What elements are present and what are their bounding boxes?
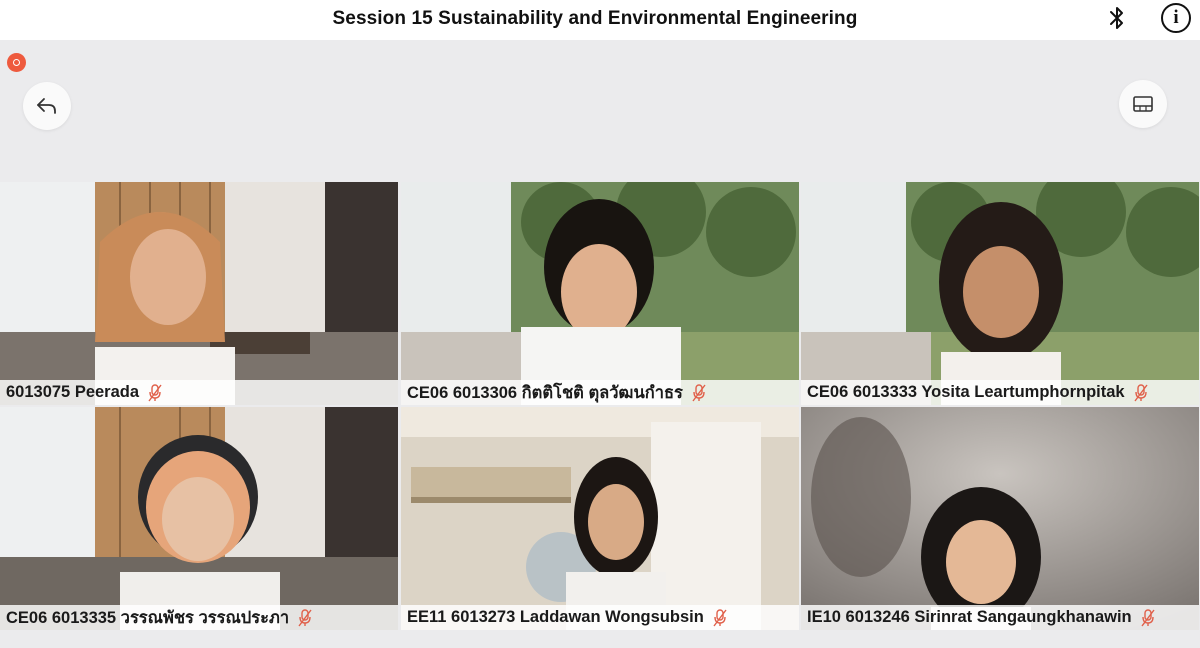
video-tile[interactable]: 6013075 Peerada: [0, 182, 398, 405]
participant-name-label: CE06 6013306 กิตติโชติ ตุลวัฒนกำธร: [401, 380, 799, 405]
participant-video: [0, 182, 398, 405]
participant-name-label: CE06 6013333 Yosita Leartumphornpitak: [801, 380, 1199, 405]
participant-name-label: 6013075 Peerada: [0, 380, 398, 405]
participant-name: IE10 6013246 Sirinrat Sangaungkhanawin: [807, 608, 1132, 626]
participant-name: CE06 6013333 Yosita Leartumphornpitak: [807, 383, 1125, 401]
mic-muted-icon: [713, 608, 727, 626]
title-bar: Session 15 Sustainability and Environmen…: [0, 0, 1200, 40]
recording-indicator-icon: [7, 53, 26, 72]
participant-name: EE11 6013273 Laddawan Wongsubsin: [407, 608, 704, 626]
info-icon[interactable]: i: [1161, 3, 1191, 33]
participant-name: CE06 6013306 กิตติโชติ ตุลวัฒนกำธร: [407, 383, 683, 402]
back-arrow-icon: [37, 98, 56, 114]
mic-muted-icon: [1134, 383, 1148, 401]
participant-video: [801, 182, 1199, 405]
back-button[interactable]: [23, 82, 71, 130]
participant-name-label: IE10 6013246 Sirinrat Sangaungkhanawin: [801, 605, 1199, 630]
participant-name: CE06 6013335 วรรณพัชร วรรณประภา: [6, 608, 290, 627]
participant-video: [801, 407, 1199, 630]
video-tile[interactable]: CE06 6013306 กิตติโชติ ตุลวัฒนกำธร: [401, 182, 799, 405]
participant-name-label: CE06 6013335 วรรณพัชร วรรณประภา: [0, 605, 398, 630]
layout-toggle-icon: [1133, 96, 1153, 112]
video-tile[interactable]: EE11 6013273 Laddawan Wongsubsin: [401, 407, 799, 630]
mic-muted-icon: [1141, 608, 1155, 626]
video-tile[interactable]: CE06 6013333 Yosita Leartumphornpitak: [801, 182, 1199, 405]
participant-video: [401, 407, 799, 630]
mic-muted-icon: [692, 383, 706, 401]
video-tile[interactable]: IE10 6013246 Sirinrat Sangaungkhanawin: [801, 407, 1199, 630]
participant-video: [401, 182, 799, 405]
participant-video: [0, 407, 398, 630]
bluetooth-icon[interactable]: [1106, 4, 1128, 32]
participant-name: 6013075 Peerada: [6, 383, 140, 401]
mic-muted-icon: [298, 608, 312, 626]
video-tile[interactable]: CE06 6013335 วรรณพัชร วรรณประภา: [0, 407, 398, 630]
video-grid: 6013075 Peerada CE06 6013306 กิตติโชติ ต…: [0, 182, 1200, 632]
mic-muted-icon: [148, 383, 162, 401]
layout-toggle-button[interactable]: [1119, 80, 1167, 128]
participant-name-label: EE11 6013273 Laddawan Wongsubsin: [401, 605, 799, 630]
meeting-title: Session 15 Sustainability and Environmen…: [332, 8, 858, 29]
